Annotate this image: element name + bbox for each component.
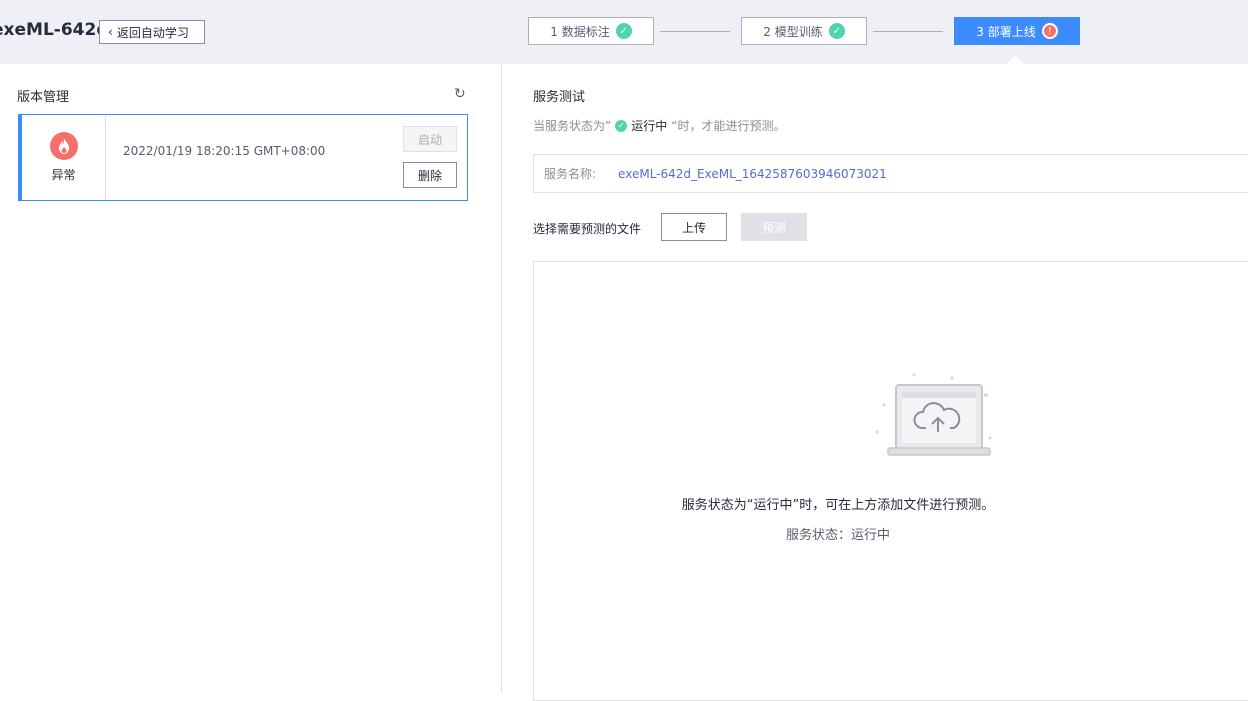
- version-timestamp: 2022/01/19 18:20:15 GMT+08:00: [123, 144, 326, 158]
- back-button-label: 返回自动学习: [116, 25, 189, 40]
- step-label: 1 数据标注: [550, 24, 610, 39]
- version-panel-title: 版本管理: [17, 90, 70, 105]
- start-button[interactable]: 启动: [403, 126, 457, 152]
- step-label: 2 模型训练: [763, 24, 823, 39]
- hint-status: 运行中: [631, 119, 668, 133]
- step-pointer: [1006, 56, 1024, 64]
- service-name-field: 服务名称: exeML-642d_ExeML_16425876039460730…: [533, 154, 1248, 193]
- hint-prefix: 当服务状态为”: [533, 119, 612, 133]
- hint-suffix: “时，才能进行预测。: [671, 119, 786, 133]
- version-card[interactable]: 异常 2022/01/19 18:20:15 GMT+08:00 启动 删除: [18, 114, 468, 201]
- service-status-line: 服务状态：运行中: [785, 528, 890, 543]
- step-connector: [873, 31, 943, 32]
- predict-button[interactable]: 预测: [741, 213, 807, 241]
- step-label: 3 部署上线: [976, 24, 1036, 39]
- step-model-training[interactable]: 2 模型训练 ✓: [741, 17, 867, 45]
- flame-icon: [49, 132, 78, 160]
- card-status: 异常: [22, 115, 106, 200]
- delete-button[interactable]: 删除: [403, 162, 457, 188]
- chevron-left-icon: ‹: [108, 25, 113, 39]
- file-select-label: 选择需要预测的文件: [533, 222, 642, 236]
- version-management-panel: 版本管理 ↻ 异常 2022/01/19 18:20:15 GMT+08:00 …: [0, 64, 502, 693]
- prediction-preview-area: 服务状态为“运行中”时，可在上方添加文件进行预测。 服务状态：运行中: [533, 261, 1248, 701]
- step-deploy[interactable]: 3 部署上线 !: [954, 17, 1080, 45]
- step-connector: [660, 31, 730, 32]
- status-badge: 异常: [51, 168, 76, 182]
- cloud-upload-laptop-icon: [875, 373, 992, 456]
- check-icon: ✓: [828, 23, 845, 39]
- project-title: exeML-642d: [0, 20, 109, 40]
- refresh-icon[interactable]: ↻: [454, 86, 466, 102]
- service-test-title: 服务测试: [533, 90, 586, 105]
- check-icon: ✓: [615, 23, 632, 39]
- empty-message: 服务状态为“运行中”时，可在上方添加文件进行预测。: [681, 498, 995, 513]
- upload-button[interactable]: 上传: [661, 213, 727, 241]
- step-data-labeling[interactable]: 1 数据标注 ✓: [528, 17, 654, 45]
- service-test-panel: 服务测试 当服务状态为” ✓ 运行中 “时，才能进行预测。 服务名称: exeM…: [503, 64, 1248, 701]
- error-flame-icon: !: [1041, 23, 1058, 39]
- back-to-automl-button[interactable]: ‹ 返回自动学习: [99, 20, 205, 44]
- check-icon: ✓: [615, 119, 628, 132]
- service-name-label: 服务名称:: [544, 167, 597, 181]
- top-bar: exeML-642d ‹ 返回自动学习 1 数据标注 ✓ 2 模型训练 ✓ 3 …: [0, 0, 1248, 64]
- service-hint: 当服务状态为” ✓ 运行中 “时，才能进行预测。: [533, 117, 785, 134]
- service-name-value: exeML-642d_ExeML_1642587603946073021: [618, 166, 887, 181]
